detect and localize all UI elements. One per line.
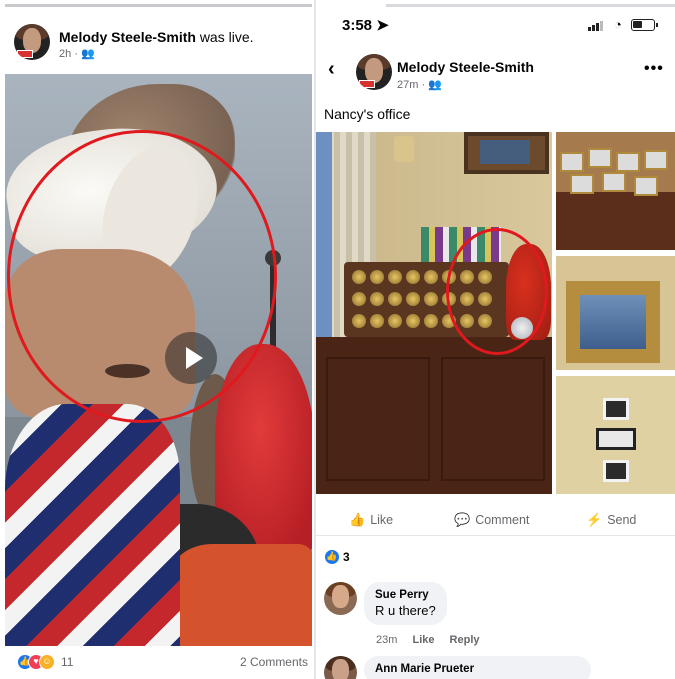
post-caption: Nancy's office: [324, 106, 411, 122]
small-frame: [603, 460, 629, 482]
left-post-panel: Melody Steele-Smith was live. 2h · 👥 👍 ♥…: [5, 4, 312, 676]
more-options-icon[interactable]: •••: [644, 60, 664, 78]
commenter-name[interactable]: Sue Perry: [375, 589, 436, 601]
post-meta: 27m · 👥: [397, 78, 442, 91]
photo-office-main[interactable]: [316, 132, 552, 494]
comment-item: Sue Perry R u there? 23m Like Reply: [324, 582, 664, 652]
author-avatar[interactable]: [14, 24, 50, 60]
wall-sconce: [394, 136, 414, 162]
table: [556, 192, 675, 250]
reaction-count[interactable]: 11: [61, 655, 73, 669]
framed-picture: [566, 281, 660, 363]
back-icon[interactable]: ‹: [328, 58, 335, 81]
like-reaction-icon: 👍: [324, 549, 340, 565]
post-meta: 2h · 👥: [59, 47, 95, 60]
right-post-panel: 3:58 ➤ ◔ ‹ Melody Steele-Smith 27m · 👥 •…: [316, 0, 675, 679]
friends-icon: 👥: [81, 48, 95, 60]
commenter-avatar[interactable]: [324, 582, 357, 615]
photo-thumb-table[interactable]: [556, 132, 675, 250]
post-header: Melody Steele-Smith was live. 2h · 👥: [5, 20, 312, 70]
battery-icon: [631, 19, 658, 31]
post-actions: 👍 Like 💬 Comment ⚡ Send: [316, 506, 675, 536]
post-action-text: was live.: [199, 29, 254, 45]
photo-frame: [644, 150, 668, 170]
small-frame: [603, 398, 629, 420]
wifi-icon: ◔: [614, 17, 622, 32]
messenger-icon: ⚡: [586, 512, 603, 527]
post-footer: 👍 ♥ ☺ 11 2 Comments: [5, 650, 312, 674]
photo-frame: [588, 148, 612, 168]
commenter-avatar[interactable]: [324, 656, 357, 679]
comment-like-link[interactable]: Like: [412, 634, 434, 646]
dot-separator: ·: [74, 48, 78, 60]
wooden-cabinet: [316, 337, 552, 494]
photo-frame: [602, 172, 626, 192]
live-video[interactable]: [5, 74, 312, 646]
comment-icon: 💬: [454, 512, 471, 527]
photo-frame: [616, 152, 640, 172]
comment-text: R u there?: [375, 603, 436, 618]
post-header: ‹ Melody Steele-Smith 27m · 👥 •••: [316, 52, 675, 100]
annotation-circle-frame: [446, 228, 548, 355]
dot-separator: ·: [421, 79, 426, 91]
comment-bubble: Sue Perry R u there?: [364, 582, 447, 625]
photo-frame: [560, 152, 584, 172]
status-bar: 3:58 ➤ ◔: [316, 14, 675, 38]
flag-face-mask: [5, 404, 180, 646]
photo-frame: [570, 174, 594, 194]
author-avatar[interactable]: [356, 54, 392, 90]
comment-button[interactable]: 💬 Comment: [454, 512, 529, 528]
certificate-frame: [596, 428, 636, 450]
author-line: Melody Steele-Smith was live.: [59, 29, 254, 45]
photo-frame: [634, 176, 658, 196]
author-name[interactable]: Melody Steele-Smith: [397, 59, 534, 75]
author-name[interactable]: Melody Steele-Smith: [59, 29, 196, 45]
like-button[interactable]: 👍 Like: [349, 512, 393, 528]
post-time[interactable]: 2h: [59, 48, 71, 60]
top-divider: [386, 4, 675, 7]
status-time: 3:58 ➤: [342, 17, 389, 34]
framed-picture: [464, 132, 549, 174]
photo-thumb-frame[interactable]: [556, 256, 675, 370]
photo-thumb-wall[interactable]: [556, 376, 675, 494]
commenter-name[interactable]: Ann Marie Prueter: [375, 663, 580, 675]
orange-coat: [170, 544, 312, 646]
comment-meta: 23m Like Reply: [376, 634, 492, 646]
comment-bubble: Ann Marie Prueter: [364, 656, 591, 679]
thumbs-up-icon: 👍: [349, 512, 366, 527]
send-button[interactable]: ⚡ Send: [586, 512, 636, 528]
annotation-circle-headband: [7, 130, 277, 423]
comment-time: 23m: [376, 634, 398, 646]
friends-icon: 👥: [428, 79, 442, 91]
comment-reply-link[interactable]: Reply: [450, 634, 480, 646]
post-time[interactable]: 27m: [397, 79, 418, 91]
comments-count[interactable]: 2 Comments: [240, 655, 308, 669]
comment-item: Ann Marie Prueter: [324, 656, 664, 679]
location-arrow-icon: ➤: [376, 17, 389, 34]
top-divider: [5, 4, 312, 7]
care-reaction-icon: ☺: [39, 654, 55, 670]
reaction-count: 3: [343, 550, 350, 564]
